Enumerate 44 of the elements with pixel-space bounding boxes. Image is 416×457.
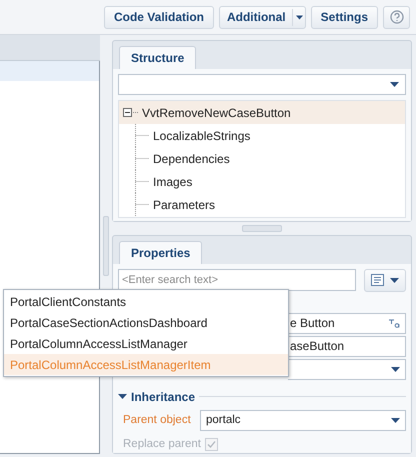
search-field[interactable]: <Enter search text> <box>118 269 356 292</box>
additional-button[interactable]: Additional <box>218 6 306 28</box>
field-label: Replace parent <box>122 436 201 452</box>
combo-field[interactable] <box>288 358 406 380</box>
connector-line <box>133 112 139 113</box>
field-value: e Button <box>289 315 336 332</box>
text-field[interactable]: aseButton <box>288 336 406 357</box>
tree-item[interactable]: Images <box>153 172 192 190</box>
tree-item[interactable]: Parameters <box>153 196 216 214</box>
toolbar-button[interactable]: Code Validation <box>104 6 214 28</box>
panel-tab[interactable]: Structure <box>119 46 196 69</box>
help-icon <box>390 10 404 24</box>
tree-item[interactable]: LocalizableStrings <box>153 126 250 144</box>
caret-icon <box>390 82 399 87</box>
connector-line <box>135 170 149 193</box>
collapse-icon[interactable] <box>123 108 132 117</box>
tree-item[interactable]: VvtRemoveNewCaseButton <box>142 104 291 122</box>
selected-row[interactable] <box>0 61 99 81</box>
parent-object-field[interactable]: portalc <box>200 410 406 431</box>
panel-tab[interactable]: Properties <box>119 240 202 264</box>
suggestion-item[interactable]: PortalCaseSectionActionsDashboard <box>4 312 288 333</box>
toolbar-button[interactable]: Settings <box>310 6 378 28</box>
caret-icon <box>390 278 399 283</box>
splitter-handle[interactable] <box>242 224 282 232</box>
suggestion-item[interactable]: PortalClientConstants <box>4 291 288 312</box>
caret-icon <box>296 14 303 20</box>
connector-line <box>135 147 149 170</box>
field-value: aseButton <box>289 338 346 356</box>
splitter-handle[interactable] <box>103 216 109 276</box>
list-icon <box>371 274 384 286</box>
structure-combo[interactable] <box>118 74 406 95</box>
help-button[interactable] <box>383 6 410 28</box>
selected-tree-row[interactable]: VvtRemoveNewCaseButton <box>119 101 405 124</box>
field-value: portalc <box>206 412 242 428</box>
caret-icon <box>391 418 400 423</box>
caret-icon <box>391 366 400 372</box>
connector-line <box>135 124 149 147</box>
view-button[interactable] <box>364 268 406 292</box>
tree-item[interactable]: Dependencies <box>153 150 230 168</box>
field-label: Parent object <box>122 412 192 428</box>
suggestion-item[interactable]: PortalColumnAccessListManager <box>4 333 288 354</box>
text-field[interactable]: e Button <box>288 312 406 334</box>
connector-line <box>135 193 149 216</box>
section-title[interactable]: Inheritance <box>131 388 196 406</box>
